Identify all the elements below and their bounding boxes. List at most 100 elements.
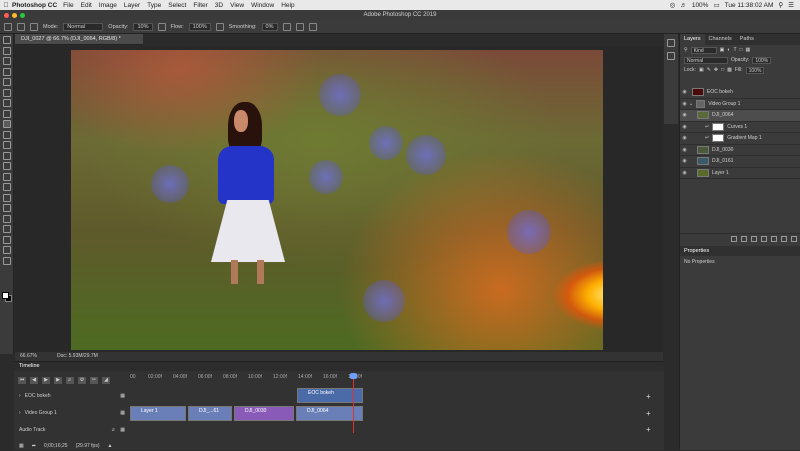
lock-all-icon[interactable]: ▩ <box>727 67 732 73</box>
lock-paint-icon[interactable]: ✎ <box>707 67 711 73</box>
fx-icon[interactable] <box>741 235 747 242</box>
visibility-eye-icon[interactable]: ◉ <box>680 170 689 176</box>
wifi-icon[interactable]: ◎ <box>670 1 676 9</box>
clip[interactable]: Layer 1 <box>130 406 186 421</box>
type-tool-icon[interactable] <box>2 204 11 212</box>
search-icon[interactable]: ⚲ <box>778 1 783 9</box>
audio-icon[interactable]: ♬ <box>66 376 74 384</box>
timeline-title[interactable]: Timeline <box>14 362 664 371</box>
lock-transparent-icon[interactable]: ▣ <box>699 67 704 73</box>
eraser-tool-icon[interactable] <box>2 151 11 160</box>
link-layers-icon[interactable] <box>731 235 737 242</box>
layer-row[interactable]: ◉ DJI_0161 <box>680 156 800 168</box>
menu-3d[interactable]: 3D <box>215 2 223 9</box>
new-group-icon[interactable] <box>771 235 777 242</box>
lock-artboard-icon[interactable]: □ <box>721 67 724 73</box>
pressure-size-icon[interactable] <box>295 22 304 31</box>
layer-row[interactable]: ◉ Layer 1 <box>680 168 800 179</box>
first-frame-icon[interactable]: ⏮ <box>18 376 26 384</box>
volume-icon[interactable]: ♬ <box>680 2 687 9</box>
history-panel-icon[interactable] <box>667 39 675 47</box>
marquee-tool-icon[interactable] <box>2 46 11 55</box>
layer-row[interactable]: ◉ EOC bokeh <box>680 87 800 99</box>
adjustments-panel-icon[interactable] <box>667 52 675 60</box>
document-tab[interactable]: DJI_0027 @ 66.7% (DJI_0064, RGB/8) * <box>15 34 143 45</box>
document-canvas[interactable] <box>71 50 603 350</box>
filter-shape-icon[interactable]: □ <box>740 47 743 53</box>
eyedropper-tool-icon[interactable] <box>2 99 11 107</box>
properties-title[interactable]: Properties <box>680 246 800 256</box>
crop-tool-icon[interactable] <box>2 78 11 86</box>
add-media-icon[interactable]: + <box>646 425 651 434</box>
add-media-icon[interactable]: + <box>646 409 651 418</box>
foreground-color-swatch[interactable] <box>2 292 9 299</box>
split-icon[interactable]: ✂ <box>90 376 98 384</box>
visibility-eye-icon[interactable]: ◉ <box>680 124 689 130</box>
menu-filter[interactable]: Filter <box>193 2 207 9</box>
brush-tool-icon[interactable] <box>2 120 11 128</box>
menu-layer[interactable]: Layer <box>124 2 140 9</box>
playhead-handle[interactable] <box>350 373 357 379</box>
layer-row[interactable]: ◉ ↵ Gradient Map 1 <box>680 133 800 145</box>
app-menu[interactable]: Photoshop CC <box>12 2 57 9</box>
track-options-icon[interactable]: ▦ <box>120 410 125 416</box>
healing-tool-icon[interactable] <box>2 109 11 118</box>
lasso-tool-icon[interactable] <box>2 57 11 65</box>
track-header[interactable]: › Video Group 1 ▦ <box>14 404 129 421</box>
move-tool-icon[interactable] <box>2 36 11 44</box>
lock-position-icon[interactable]: ✥ <box>714 67 718 73</box>
fill-field[interactable]: 100% <box>745 66 765 74</box>
mode-select[interactable]: Normal <box>63 22 104 31</box>
transition-icon[interactable]: ◢ <box>102 376 110 384</box>
settings-gear-icon[interactable]: ⚙ <box>78 376 86 384</box>
visibility-eye-icon[interactable]: ◉ <box>680 112 689 118</box>
menu-view[interactable]: View <box>230 2 244 9</box>
menu-image[interactable]: Image <box>99 2 117 9</box>
airbrush-icon[interactable] <box>215 22 224 31</box>
speaker-icon[interactable]: ♬ <box>111 427 116 433</box>
clip[interactable]: DJI_0030 <box>234 406 294 421</box>
menu-edit[interactable]: Edit <box>81 2 92 9</box>
clock[interactable]: Tue 11:38:02 AM <box>725 2 774 9</box>
filter-kind-select[interactable]: Kind <box>690 46 717 54</box>
list-icon[interactable]: ☰ <box>788 1 794 9</box>
tab-channels[interactable]: Channels <box>705 34 736 45</box>
flow-field[interactable]: 100% <box>188 22 211 31</box>
tab-layers[interactable]: Layers <box>680 34 705 45</box>
visibility-eye-icon[interactable]: ◉ <box>680 147 689 153</box>
quick-select-tool-icon[interactable] <box>2 67 11 76</box>
smoothing-settings-icon[interactable] <box>282 22 291 31</box>
visibility-eye-icon[interactable]: ◉ <box>680 135 689 141</box>
visibility-eye-icon[interactable]: ◉ <box>680 101 689 107</box>
pressure-opacity-icon[interactable] <box>157 22 166 31</box>
new-layer-icon[interactable] <box>781 235 787 242</box>
track-header[interactable]: Audio Track ♬ ▦ <box>14 421 129 438</box>
apple-icon[interactable]:  <box>0 2 12 9</box>
add-mask-icon[interactable] <box>751 235 757 242</box>
frame-tool-icon[interactable] <box>2 88 11 97</box>
history-brush-tool-icon[interactable] <box>2 141 11 149</box>
zoom-tool-icon[interactable] <box>2 246 11 254</box>
time-ruler[interactable]: 00 02:00f 04:00f 06:00f 08:00f 10:00f 12… <box>130 373 652 382</box>
filter-type-icon[interactable]: T <box>733 47 736 53</box>
menu-file[interactable]: File <box>63 2 73 9</box>
filter-pixel-icon[interactable]: ▣ <box>720 47 725 53</box>
menu-type[interactable]: Type <box>147 2 161 9</box>
edit-toolbar-icon[interactable] <box>2 256 11 265</box>
menu-window[interactable]: Window <box>251 2 274 9</box>
close-button[interactable] <box>4 13 9 18</box>
pen-tool-icon[interactable] <box>2 193 11 202</box>
path-select-tool-icon[interactable] <box>2 214 11 223</box>
visibility-eye-icon[interactable]: ◉ <box>680 89 689 95</box>
minimize-button[interactable] <box>12 13 17 18</box>
layer-row[interactable]: ◉ DJI_0064 <box>680 110 800 122</box>
gradient-tool-icon[interactable] <box>2 162 11 170</box>
menu-select[interactable]: Select <box>168 2 186 9</box>
opacity-field[interactable]: 10% <box>133 22 153 31</box>
dodge-tool-icon[interactable] <box>2 183 11 191</box>
track-options-icon[interactable]: ▦ <box>120 393 125 399</box>
chevron-right-icon[interactable]: › <box>19 410 21 416</box>
visibility-eye-icon[interactable]: ◉ <box>680 158 689 164</box>
symmetry-icon[interactable] <box>308 22 317 31</box>
brush-tool-preset-icon[interactable] <box>4 22 12 31</box>
